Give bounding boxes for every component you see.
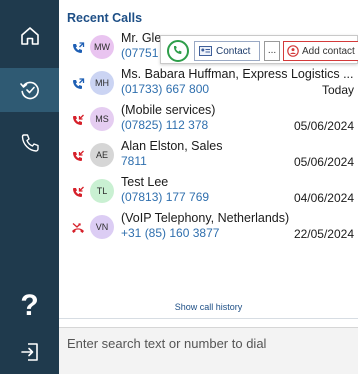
- avatar: MH: [90, 71, 114, 95]
- show-call-history-link[interactable]: Show call history: [59, 302, 358, 318]
- call-date: Today: [321, 83, 354, 97]
- outgoing-call-icon: [73, 78, 85, 89]
- caller-name: Test Lee: [121, 175, 169, 189]
- home-icon: [20, 27, 39, 45]
- call-date: 05/06/2024: [293, 119, 354, 133]
- caller-number[interactable]: (07813) 177 769: [121, 190, 209, 204]
- divider: [59, 318, 358, 319]
- history-icon: [19, 81, 39, 100]
- call-row[interactable]: TL Test Lee (07813) 177 769 04/06/2024: [59, 174, 358, 210]
- avatar: VN: [90, 215, 114, 239]
- caller-name: (VoIP Telephony, Netherlands): [121, 211, 290, 225]
- more-button[interactable]: ...: [264, 41, 280, 61]
- contact-button-label: Contact: [216, 45, 251, 57]
- help-button[interactable]: ?: [0, 284, 59, 328]
- caller-number[interactable]: 7811: [121, 154, 147, 168]
- caller-name: (Mobile services): [121, 103, 216, 117]
- avatar: MS: [90, 107, 114, 131]
- call-row[interactable]: VN (VoIP Telephony, Netherlands) +31 (85) …: [59, 210, 358, 246]
- outgoing-call-icon: [73, 42, 85, 53]
- call-row[interactable]: MH Ms. Babara Huffman, Express Logistics …: [59, 66, 358, 102]
- recent-calls-panel: Recent Calls MW Mr. Gle (07751 MH Ms. Babara…: [59, 0, 358, 374]
- contact-button[interactable]: Contact: [194, 41, 260, 61]
- call-button[interactable]: [167, 40, 189, 62]
- add-contact-button[interactable]: Add contact: [283, 41, 358, 61]
- caller-name: Ms. Babara Huffman, Express Logistics ..…: [121, 67, 354, 81]
- missed-incoming-call-icon: [73, 150, 84, 161]
- call-date: 22/05/2024: [293, 227, 354, 241]
- logout-button[interactable]: [0, 330, 59, 374]
- home-button[interactable]: [0, 14, 59, 58]
- missed-incoming-call-icon: [73, 186, 84, 197]
- caller-number[interactable]: +31 (85) 160 3877: [121, 226, 219, 240]
- caller-name: Mr. Gle: [121, 31, 162, 45]
- phone-icon: [21, 134, 39, 152]
- recent-calls-button[interactable]: [0, 68, 59, 112]
- missed-incoming-call-icon: [73, 114, 84, 125]
- sidebar: ?: [0, 0, 59, 374]
- call-row[interactable]: MS (Mobile services) (07825) 112 378 05/06/…: [59, 102, 358, 138]
- call-row[interactable]: AE Alan Elston, Sales 7811 05/06/2024: [59, 138, 358, 174]
- phone-button[interactable]: [0, 121, 59, 165]
- call-actions-popup: Contact ... Add contact: [160, 35, 358, 64]
- call-date: 04/06/2024: [293, 191, 354, 205]
- help-icon: ?: [20, 289, 39, 322]
- caller-name: Alan Elston, Sales: [121, 139, 223, 153]
- add-contact-icon: [287, 45, 299, 57]
- missed-call-icon: [72, 223, 84, 233]
- caller-number[interactable]: (07751: [121, 46, 158, 60]
- add-contact-label: Add contact: [302, 45, 355, 57]
- search-input[interactable]: Enter search text or number to dial: [59, 327, 358, 374]
- caller-number[interactable]: (01733) 667 800: [121, 82, 209, 96]
- contact-card-icon: [199, 46, 212, 56]
- section-title: Recent Calls: [67, 11, 143, 25]
- phone-icon: [174, 46, 182, 54]
- avatar: MW: [90, 35, 114, 59]
- caller-number[interactable]: (07825) 112 378: [121, 118, 208, 132]
- avatar: TL: [90, 179, 114, 203]
- sign-in-icon: [20, 343, 38, 361]
- call-date: 05/06/2024: [293, 155, 354, 169]
- avatar: AE: [90, 143, 114, 167]
